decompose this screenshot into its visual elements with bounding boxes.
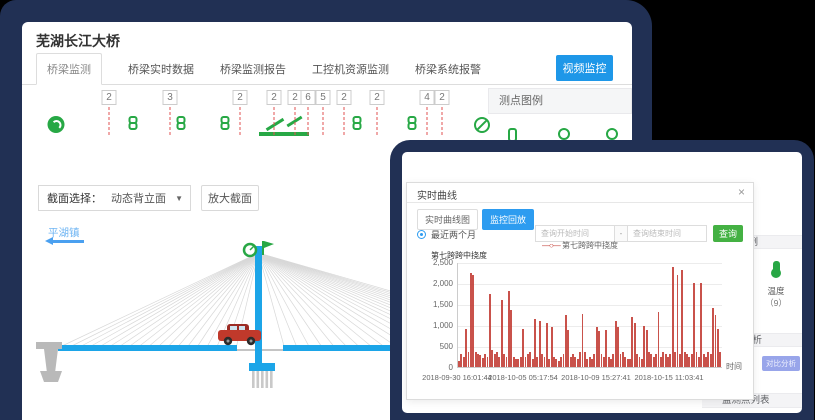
sensor-count-badge: 2 — [102, 90, 117, 105]
bar — [677, 275, 679, 367]
y-tick-label: 0 — [411, 363, 453, 372]
sensor-count-badge: 2 — [370, 90, 385, 105]
section-select-label: 截面选择： — [39, 190, 102, 206]
y-tick-label: 2,000 — [411, 279, 453, 288]
bridge-deck-left — [58, 345, 237, 351]
legend-panel-header: 测点图例 — [488, 88, 632, 114]
pylon-foundation-cap — [249, 363, 275, 371]
bridge-pylon — [255, 246, 262, 363]
main-tab-4[interactable]: 桥梁系统报警 — [415, 54, 481, 84]
sensor-count-badge: 2 — [267, 90, 282, 105]
enlarge-section-button[interactable]: 放大截面 — [201, 185, 259, 211]
link-sensor-icon[interactable] — [407, 116, 418, 134]
sensor-count-badge: 5 — [316, 90, 331, 105]
x-tick-label: 2018-10-15 11:03:41 — [634, 373, 703, 382]
link-sensor-icon[interactable] — [176, 116, 187, 134]
temperature-legend-item[interactable]: 温度 （9） — [754, 261, 798, 309]
y-tick-label: 500 — [411, 342, 453, 351]
pylon-piles — [252, 371, 273, 388]
flag-icon[interactable] — [264, 241, 274, 248]
radio-selected-icon[interactable] — [417, 230, 426, 239]
sensor-dash-line — [323, 107, 324, 135]
sensor-dash-line — [109, 107, 110, 135]
x-tick-label: 2018-09-30 16:01:44 — [422, 373, 492, 382]
main-tab-1[interactable]: 桥梁实时数据 — [128, 54, 194, 84]
car — [218, 324, 261, 345]
y-tick-label: 1,000 — [411, 321, 453, 330]
sensor-count-badge: 6 — [301, 90, 316, 105]
sensor-dash-line — [442, 107, 443, 135]
sensor-dash-line — [344, 107, 345, 135]
dialog-tabbar: 实时曲线图监控回放 — [417, 209, 538, 230]
popup-window-frame: 测点图例 温度 （9） 对比分析 对比分析 监测点列表 实时曲线 × 实时曲线图… — [390, 140, 814, 420]
sensor-count-badge: 2 — [337, 90, 352, 105]
dialog-tab-0[interactable]: 实时曲线图 — [417, 209, 478, 230]
legend-marker-icon: —○— — [542, 241, 560, 250]
main-tab-3[interactable]: 工控机资源监测 — [312, 54, 389, 84]
sensor-dash-line — [427, 107, 428, 135]
y-tick-label: 1,500 — [411, 300, 453, 309]
main-tab-2[interactable]: 桥梁监测报告 — [220, 54, 286, 84]
x-axis-name: 时间 — [726, 361, 742, 372]
y-tick-label: 2,500 — [411, 258, 453, 267]
close-icon[interactable]: × — [738, 185, 745, 199]
sensor-dash-line — [240, 107, 241, 135]
legend-panel-title: 测点图例 — [499, 95, 543, 107]
sensor-dash-line — [295, 107, 296, 135]
dialog-tab-1[interactable]: 监控回放 — [482, 209, 534, 230]
link-sensor-icon[interactable] — [220, 116, 231, 134]
temperature-label: 温度 — [754, 285, 798, 297]
circle-legend-icon — [558, 128, 570, 140]
sensor-dash-line — [170, 107, 171, 135]
plumb-sensor-icon[interactable] — [48, 116, 65, 133]
section-select-group: 截面选择： 动态背立面 ▼ — [38, 185, 191, 211]
sensor-count-badge: 3 — [163, 90, 178, 105]
video-monitor-button[interactable]: 视频监控 — [556, 55, 613, 81]
sensor-count-badge: 4 — [420, 90, 435, 105]
sensor-count-badge: 2 — [435, 90, 450, 105]
main-tabbar: 桥梁监测桥梁实时数据桥梁监测报告工控机资源监测桥梁系统报警 — [22, 58, 632, 85]
left-pier — [36, 342, 62, 382]
circle-legend-icon — [606, 128, 618, 140]
page-title: 芜湖长江大桥 — [36, 31, 120, 51]
sensor-dash-line — [377, 107, 378, 135]
link-sensor-icon[interactable] — [352, 116, 363, 134]
caret-down-icon: ▼ — [175, 194, 190, 203]
x-tick-label: 2018-10-09 15:27:41 — [561, 373, 631, 382]
compare-analysis-button[interactable]: 对比分析 — [762, 356, 800, 371]
temperature-count: （9） — [754, 297, 798, 309]
realtime-curve-dialog: 实时曲线 × 实时曲线图监控回放 最近两个月 - 查询 —○— 第七跨跨中挠度 — [406, 182, 754, 400]
sensor-count-badge: 2 — [233, 90, 248, 105]
link-sensor-icon[interactable] — [128, 116, 139, 134]
popup-window: 测点图例 温度 （9） 对比分析 对比分析 监测点列表 实时曲线 × 实时曲线图… — [402, 152, 802, 413]
bar — [719, 352, 721, 367]
legend-series-name: 第七跨跨中挠度 — [562, 241, 618, 250]
crane-sensor-icon[interactable] — [259, 114, 309, 136]
x-tick-label: 2018-10-05 05:17:54 — [488, 373, 558, 382]
sensor-dash-line — [308, 107, 309, 135]
sensor-dash-line — [274, 107, 275, 135]
section-select[interactable]: 动态背立面 — [102, 190, 175, 206]
desktop: 芜湖长江大桥 桥梁监测桥梁实时数据桥梁监测报告工控机资源监测桥梁系统报警 视频监… — [0, 0, 815, 420]
dialog-header: 实时曲线 × — [407, 183, 753, 203]
deflection-chart-bars — [458, 262, 722, 367]
dialog-title: 实时曲线 — [417, 187, 457, 202]
main-tab-0[interactable]: 桥梁监测 — [36, 53, 102, 85]
thermometer-icon — [773, 261, 780, 274]
deflection-chart-plot — [457, 263, 722, 368]
